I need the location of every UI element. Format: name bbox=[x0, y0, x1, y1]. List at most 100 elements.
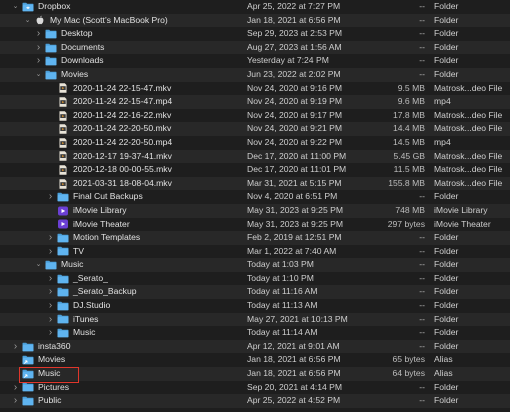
list-row[interactable]: 2020-11-24 22-16-22.mkv Nov 24, 2020 at 9… bbox=[0, 109, 510, 123]
list-row[interactable]: › Downloads Yesterday at 7:24 PM -- Folder bbox=[0, 54, 510, 68]
disclosure-collapsed-icon[interactable]: › bbox=[11, 340, 20, 354]
folder-icon bbox=[57, 314, 69, 324]
list-row[interactable]: 2020-11-24 22-15-47.mkv Nov 24, 2020 at 9… bbox=[0, 82, 510, 96]
disclosure-expanded-icon[interactable]: ⌄ bbox=[34, 258, 43, 272]
name-cell: 2020-11-24 22-15-47.mp4 bbox=[46, 95, 172, 109]
file-size: -- bbox=[419, 381, 425, 392]
list-row[interactable]: ⌄ Dropbox Apr 25, 2022 at 7:27 PM -- Folder bbox=[0, 0, 510, 14]
file-kind: Alias bbox=[434, 354, 453, 365]
file-kind: Folder bbox=[434, 300, 459, 311]
item-name: iTunes bbox=[73, 313, 99, 324]
disclosure-collapsed-icon[interactable]: › bbox=[46, 285, 55, 299]
file-size: -- bbox=[419, 395, 425, 406]
folder-icon bbox=[22, 396, 34, 406]
item-name: Music bbox=[73, 327, 96, 338]
list-row[interactable]: › Documents Aug 27, 2023 at 1:56 AM -- Folde… bbox=[0, 40, 510, 55]
name-cell: › iTunes bbox=[46, 313, 99, 327]
date-modified: Aug 27, 2023 at 1:56 AM bbox=[247, 41, 342, 52]
file-size: 11.5 MB bbox=[393, 164, 425, 175]
list-row[interactable]: 2020-12-17 19-37-41.mkv Dec 17, 2020 at 1… bbox=[0, 149, 510, 164]
file-kind: Folder bbox=[434, 68, 459, 79]
date-modified: May 31, 2023 at 9:25 PM bbox=[247, 218, 344, 229]
list-row[interactable]: ⌄ Movies Jun 23, 2022 at 2:02 PM -- Folder bbox=[0, 67, 510, 82]
item-name: Motion Templates bbox=[73, 232, 141, 243]
disclosure-collapsed-icon[interactable]: › bbox=[46, 313, 55, 327]
name-cell: › _Serato_Backup bbox=[46, 285, 137, 299]
file-size: 9.6 MB bbox=[397, 96, 425, 107]
list-row[interactable]: › Music Today at 11:14 AM -- Folder bbox=[0, 326, 510, 340]
list-row[interactable]: › TV Mar 1, 2022 at 7:40 AM -- Folder bbox=[0, 245, 510, 259]
list-row[interactable]: 2020-11-24 22-20-50.mp4 Nov 24, 2020 at 9… bbox=[0, 136, 510, 150]
list-row[interactable]: 2020-11-24 22-15-47.mp4 Nov 24, 2020 at 9… bbox=[0, 95, 510, 109]
list-row[interactable]: 2020-11-24 22-20-50.mkv Nov 24, 2020 at 9… bbox=[0, 122, 510, 136]
list-row[interactable]: › DJ.Studio Today at 11:13 AM -- Folder bbox=[0, 299, 510, 313]
disclosure-expanded-icon[interactable]: ⌄ bbox=[34, 68, 43, 82]
video-file-icon bbox=[57, 83, 69, 94]
item-name: insta360 bbox=[38, 340, 71, 351]
disclosure-collapsed-icon[interactable]: › bbox=[34, 54, 43, 68]
list-row[interactable]: › insta360 Apr 12, 2021 at 9:01 AM -- Folder bbox=[0, 339, 510, 354]
list-row[interactable]: › Public Apr 25, 2022 at 4:52 PM -- Folder bbox=[0, 394, 510, 408]
item-name: Downloads bbox=[61, 55, 104, 66]
disclosure-collapsed-icon[interactable]: › bbox=[11, 394, 20, 408]
disclosure-expanded-icon[interactable]: ⌄ bbox=[23, 14, 32, 28]
file-kind: Folder bbox=[434, 381, 459, 392]
disclosure-collapsed-icon[interactable]: › bbox=[46, 245, 55, 259]
disclosure-collapsed-icon[interactable]: › bbox=[46, 190, 55, 204]
list-row[interactable]: › _Serato_ Today at 1:10 PM -- Folder bbox=[0, 272, 510, 286]
file-kind: Matrosk...deo File bbox=[434, 150, 503, 161]
disclosure-collapsed-icon[interactable]: › bbox=[11, 381, 20, 395]
name-cell: 2020-12-18 00-00-55.mkv bbox=[46, 163, 172, 177]
list-row[interactable]: Movies Jan 18, 2021 at 6:56 PM 65 bytes Ali… bbox=[0, 353, 510, 367]
list-row[interactable]: 2021-03-31 18-08-04.mkv Mar 31, 2021 at 5… bbox=[0, 176, 510, 191]
date-modified: Mar 1, 2022 at 7:40 AM bbox=[247, 245, 337, 256]
item-name: 2020-12-17 19-37-41.mkv bbox=[73, 150, 172, 161]
video-file-icon bbox=[57, 165, 69, 175]
list-row[interactable]: › Motion Templates Feb 2, 2019 at 12:51 PM… bbox=[0, 231, 510, 245]
list-row[interactable]: › _Serato_Backup Today at 11:16 AM -- Folder bbox=[0, 285, 510, 300]
list-row[interactable]: 2020-12-18 00-00-55.mkv Dec 17, 2020 at 1… bbox=[0, 163, 510, 177]
date-modified: May 27, 2021 at 10:13 PM bbox=[247, 313, 348, 324]
file-size: -- bbox=[419, 340, 425, 351]
date-modified: May 31, 2023 at 9:25 PM bbox=[247, 204, 344, 215]
file-kind: Matrosk...deo File bbox=[434, 123, 503, 134]
file-size: 14.4 MB bbox=[392, 123, 425, 134]
list-row[interactable]: ⌄ My Mac (Scott’s MacBook Pro) Jan 18, 202… bbox=[0, 13, 510, 28]
name-cell: 2020-11-24 22-15-47.mkv bbox=[46, 82, 171, 96]
file-kind: Folder bbox=[434, 272, 459, 283]
disclosure-collapsed-icon[interactable]: › bbox=[46, 231, 55, 245]
finder-list-view: ⌄ Dropbox Apr 25, 2022 at 7:27 PM -- Folder ⌄… bbox=[0, 0, 510, 412]
item-name: Final Cut Backups bbox=[73, 191, 143, 202]
list-row[interactable]: iMovie Theater May 31, 2023 at 9:25 PM 297… bbox=[0, 218, 510, 232]
list-row[interactable]: iMovie Library May 31, 2023 at 9:25 PM 748… bbox=[0, 203, 510, 218]
folder-icon bbox=[57, 246, 69, 256]
folder-icon bbox=[45, 43, 57, 53]
name-cell: › Downloads bbox=[34, 54, 104, 68]
file-size: 14.5 MB bbox=[392, 136, 425, 147]
disclosure-collapsed-icon[interactable]: › bbox=[46, 326, 55, 340]
name-cell: 2020-11-24 22-20-50.mkv bbox=[46, 122, 171, 136]
file-kind: Folder bbox=[434, 232, 459, 243]
disclosure-collapsed-icon[interactable]: › bbox=[46, 272, 55, 286]
disclosure-collapsed-icon[interactable]: › bbox=[46, 299, 55, 313]
list-row[interactable]: › Pictures Sep 20, 2021 at 4:14 PM -- Folder bbox=[0, 381, 510, 395]
file-kind: mp4 bbox=[434, 96, 451, 107]
disclosure-collapsed-icon[interactable]: › bbox=[34, 41, 43, 55]
imovie-icon bbox=[57, 206, 69, 216]
item-name: 2020-11-24 22-20-50.mp4 bbox=[73, 136, 173, 147]
disclosure-expanded-icon[interactable]: ⌄ bbox=[11, 0, 20, 14]
name-cell: ⌄ Movies bbox=[34, 68, 88, 82]
list-row[interactable]: › iTunes May 27, 2021 at 10:13 PM -- Folder bbox=[0, 312, 510, 327]
list-row[interactable]: ⌄ Music Today at 1:03 PM -- Folder bbox=[0, 258, 510, 272]
file-kind: Folder bbox=[434, 327, 459, 338]
list-row[interactable]: Music Jan 18, 2021 at 6:56 PM 64 bytes Alia… bbox=[0, 367, 510, 381]
list-row[interactable]: › Desktop Sep 29, 2023 at 2:53 PM -- Folder bbox=[0, 27, 510, 41]
name-cell: › insta360 bbox=[11, 340, 71, 354]
date-modified: Nov 24, 2020 at 9:22 PM bbox=[247, 136, 343, 147]
file-size: -- bbox=[419, 1, 425, 11]
list-row[interactable]: › Final Cut Backups Nov 4, 2020 at 6:51 PM… bbox=[0, 190, 510, 204]
file-kind: Folder bbox=[434, 1, 459, 11]
disclosure-collapsed-icon[interactable]: › bbox=[34, 27, 43, 41]
